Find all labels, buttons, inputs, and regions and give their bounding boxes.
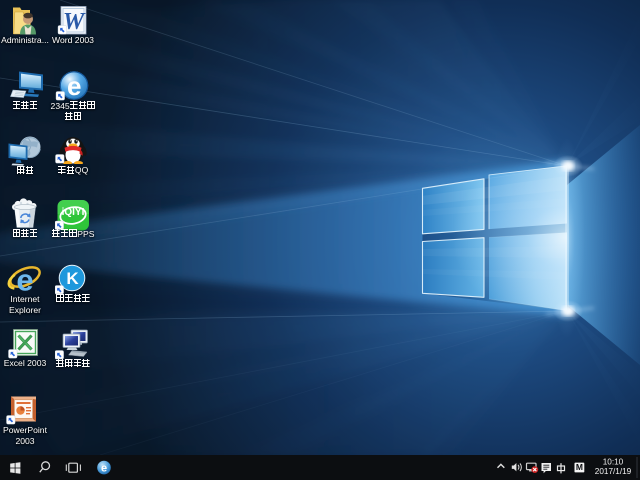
svg-text:e: e bbox=[101, 462, 107, 474]
svg-text:M: M bbox=[576, 462, 583, 472]
svg-text:2017/1/19: 2017/1/19 bbox=[595, 467, 632, 476]
svg-text:e: e bbox=[67, 71, 81, 101]
svg-text:K: K bbox=[66, 269, 79, 288]
svg-text:10:10: 10:10 bbox=[603, 458, 624, 467]
svg-text:iQIYI: iQIYI bbox=[62, 207, 85, 218]
svg-text:e: e bbox=[16, 264, 33, 295]
